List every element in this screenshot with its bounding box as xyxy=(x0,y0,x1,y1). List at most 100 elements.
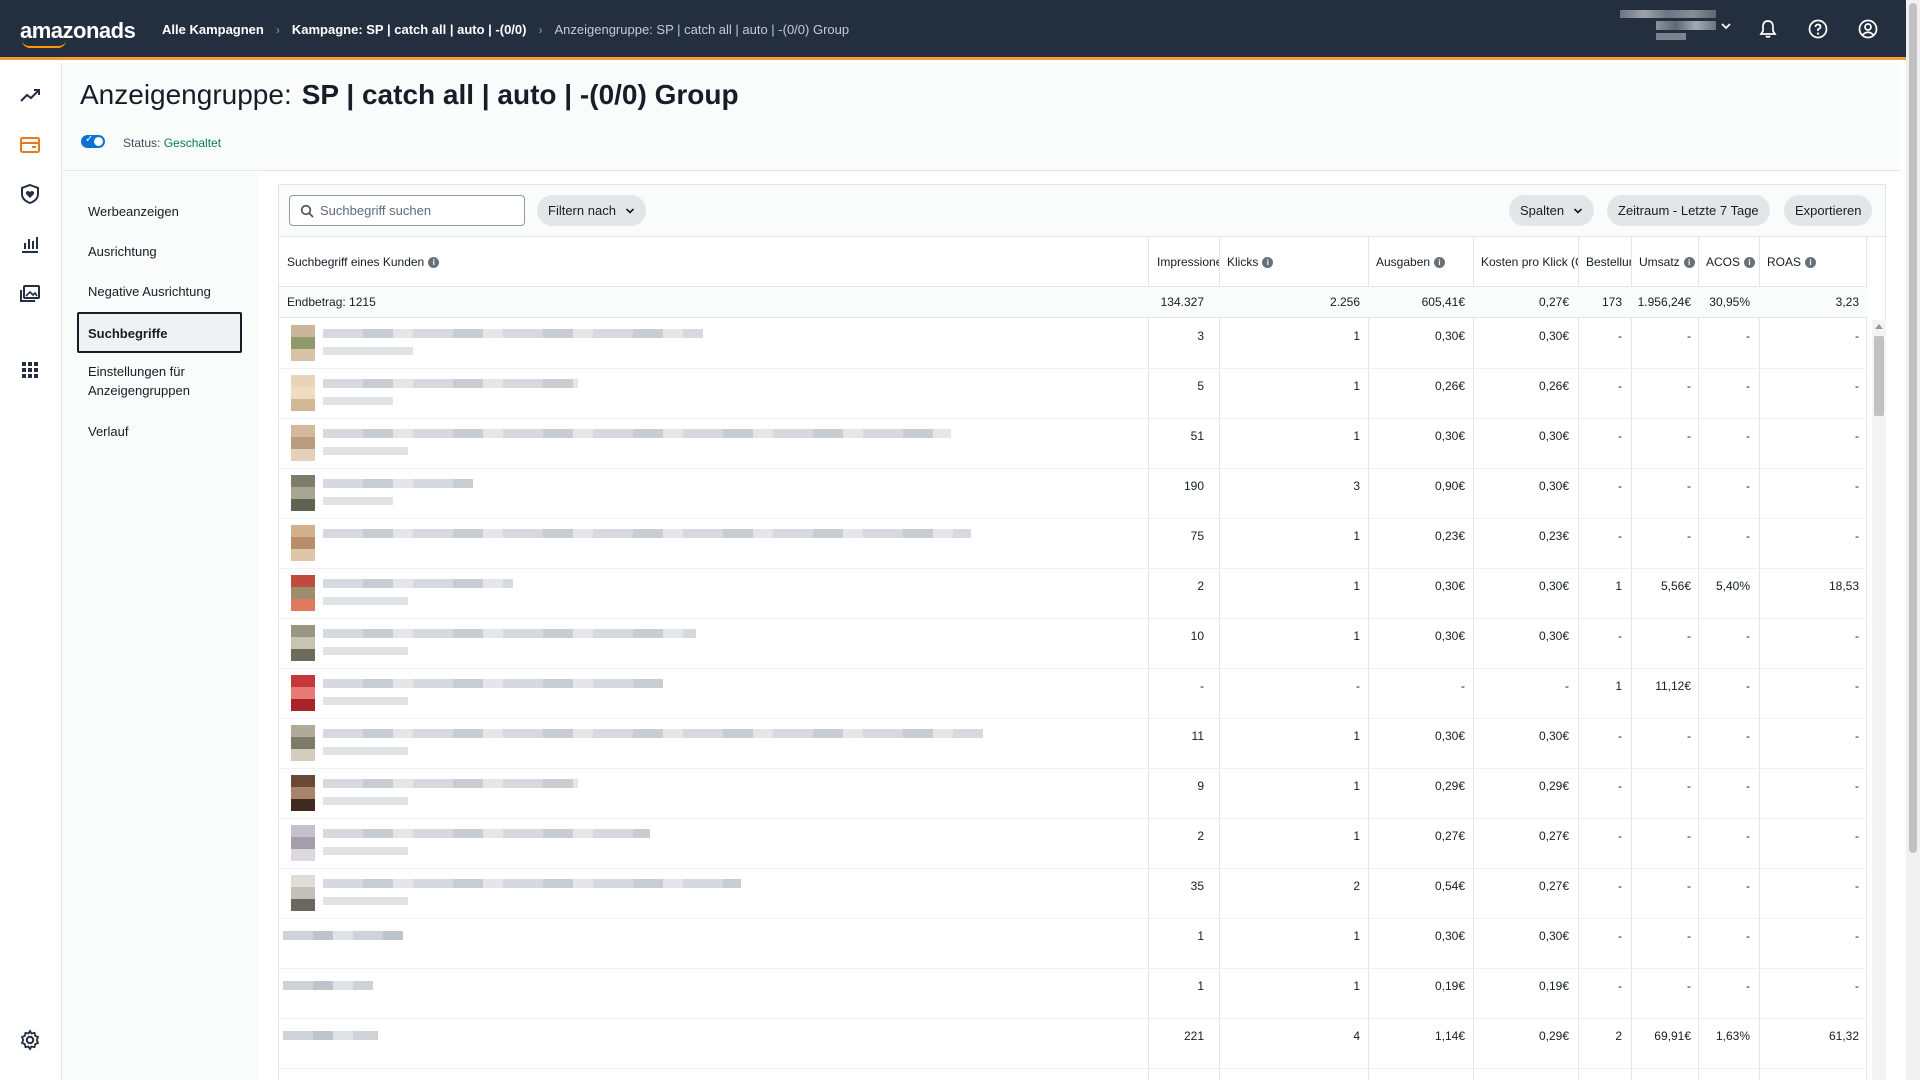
table-row[interactable]: 2 1 0,27€ 0,27€ - - - - xyxy=(279,819,1867,869)
table-cell: - xyxy=(1855,879,1859,893)
subnav-item-history[interactable]: Verlauf xyxy=(88,422,248,441)
product-thumbnail[interactable] xyxy=(291,425,315,461)
trend-chart-icon[interactable] xyxy=(18,83,42,107)
redacted-search-term[interactable] xyxy=(323,629,696,638)
product-thumbnail[interactable] xyxy=(291,325,315,361)
subnav-item-search-terms[interactable]: Suchbegriffe xyxy=(77,312,242,353)
product-thumbnail[interactable] xyxy=(291,575,315,611)
column-header-search-term[interactable]: Suchbegriff eines Kunden i xyxy=(279,237,1149,287)
export-button[interactable]: Exportieren xyxy=(1784,195,1873,226)
subnav-item-ads[interactable]: Werbeanzeigen xyxy=(88,202,248,221)
info-icon[interactable]: i xyxy=(1744,256,1756,268)
page-scrollbar[interactable] xyxy=(1906,0,1920,1080)
subnav-item-ad-group-settings[interactable]: Einstellungen für Anzeigengruppen xyxy=(88,362,248,400)
info-icon[interactable]: i xyxy=(1683,256,1695,268)
table-cell: 0,30€ xyxy=(1538,429,1569,443)
column-header-orders[interactable]: Bestellungen xyxy=(1578,237,1631,287)
account-selector[interactable] xyxy=(1620,10,1716,41)
redacted-asin xyxy=(323,847,408,855)
product-thumbnail[interactable] xyxy=(291,725,315,761)
table-row[interactable]: 3 1 0,30€ 0,30€ - - - - xyxy=(279,319,1867,369)
table-row[interactable]: 10 1 0,30€ 0,30€ - - - - xyxy=(279,619,1867,669)
table-row[interactable]: 11 1 0,30€ 0,30€ - - - - xyxy=(279,719,1867,769)
redacted-search-term[interactable] xyxy=(323,429,951,438)
product-thumbnail[interactable] xyxy=(291,375,315,411)
subnav-item-negative-targeting[interactable]: Negative Ausrichtung xyxy=(88,282,248,301)
table-row[interactable]: 9 1 0,29€ 0,29€ - - - - xyxy=(279,769,1867,819)
redacted-search-term[interactable] xyxy=(323,579,513,588)
scroll-up-icon[interactable] xyxy=(1875,323,1883,329)
product-thumbnail[interactable] xyxy=(291,625,315,661)
table-row[interactable]: 221 4 1,14€ 0,29€ 2 69,91€ 1,63% 61,32 xyxy=(279,1019,1867,1069)
table-cell: - xyxy=(1855,929,1859,943)
table-row[interactable]: 51 1 0,30€ 0,30€ - - - - xyxy=(279,419,1867,469)
redacted-search-term[interactable] xyxy=(323,779,578,788)
column-header-acos[interactable]: ACOS i xyxy=(1698,237,1759,287)
date-range-button[interactable]: Zeitraum - Letzte 7 Tage xyxy=(1607,195,1770,226)
subnav-item-targeting[interactable]: Ausrichtung xyxy=(88,242,248,261)
apps-grid-icon[interactable] xyxy=(18,358,42,382)
chevron-down-icon[interactable] xyxy=(1720,20,1732,32)
table-row[interactable]: 1 1 0,19€ 0,19€ - - - - xyxy=(279,969,1867,1019)
settings-gear-icon[interactable] xyxy=(18,1028,42,1052)
redacted-search-term[interactable] xyxy=(283,981,373,990)
search-box[interactable] xyxy=(289,195,525,226)
info-icon[interactable]: i xyxy=(1262,256,1274,268)
redacted-search-term[interactable] xyxy=(323,529,971,538)
info-icon[interactable]: i xyxy=(1805,256,1817,268)
breadcrumb-all-campaigns[interactable]: Alle Kampagnen xyxy=(162,22,264,37)
bell-icon[interactable] xyxy=(1757,18,1779,40)
table-scrollbar-thumb[interactable] xyxy=(1874,336,1884,416)
table-row[interactable]: 75 1 0,23€ 0,23€ - - - - xyxy=(279,519,1867,569)
info-icon[interactable]: i xyxy=(1434,256,1446,268)
column-header-spend[interactable]: Ausgaben i xyxy=(1368,237,1473,287)
redacted-search-term[interactable] xyxy=(323,329,703,338)
product-thumbnail[interactable] xyxy=(291,675,315,711)
redacted-search-term[interactable] xyxy=(283,1031,378,1040)
table-row[interactable]: 190 3 0,90€ 0,30€ - - - - xyxy=(279,469,1867,519)
totals-row: Endbetrag: 1215 134.327 2.256 605,41€ 0,27€… xyxy=(279,287,1867,318)
columns-button[interactable]: Spalten xyxy=(1509,195,1595,226)
redacted-search-term[interactable] xyxy=(323,379,578,388)
redacted-search-term[interactable] xyxy=(283,931,403,940)
redacted-search-term[interactable] xyxy=(323,729,983,738)
search-input[interactable] xyxy=(320,196,520,225)
table-row[interactable]: 2 1 0,30€ 0,30€ 1 5,56€ 5,40% 18,53 xyxy=(279,569,1867,619)
amazon-ads-logo[interactable]: amazonads xyxy=(20,18,136,48)
page-scrollbar-thumb[interactable] xyxy=(1909,3,1917,853)
redacted-asin xyxy=(323,797,408,805)
bar-chart-icon[interactable] xyxy=(18,232,42,256)
redacted-search-term[interactable] xyxy=(323,829,650,838)
breadcrumb-campaign[interactable]: Kampagne: SP | catch all | auto | -(0/0) xyxy=(292,22,527,37)
redacted-search-term[interactable] xyxy=(323,679,663,688)
column-header-impressions[interactable]: Impressionen xyxy=(1149,237,1219,287)
table-row[interactable]: 1 1 0,30€ 0,30€ - - - - xyxy=(279,919,1867,969)
media-library-icon[interactable] xyxy=(18,282,42,306)
filter-button[interactable]: Filtern nach xyxy=(537,195,646,226)
table-row[interactable]: 35 2 0,54€ 0,27€ - - - - xyxy=(279,869,1867,919)
table-cell: 1 xyxy=(1615,679,1622,693)
ad-group-subnav: Werbeanzeigen Ausrichtung Negative Ausri… xyxy=(62,172,258,1080)
product-thumbnail[interactable] xyxy=(291,875,315,911)
user-account-icon[interactable] xyxy=(1857,18,1879,40)
table-scrollbar[interactable] xyxy=(1872,320,1886,1080)
table-row[interactable]: - - - - 1 11,12€ - - xyxy=(279,669,1867,719)
product-thumbnail[interactable] xyxy=(291,475,315,511)
column-header-clicks[interactable]: Klicks i xyxy=(1219,237,1359,287)
product-thumbnail[interactable] xyxy=(291,525,315,561)
campaigns-icon[interactable] xyxy=(18,133,42,157)
redacted-search-term[interactable] xyxy=(323,879,741,888)
status-toggle[interactable]: ✓ xyxy=(81,134,105,148)
info-icon[interactable]: i xyxy=(428,256,440,268)
brand-shield-icon[interactable] xyxy=(18,182,42,206)
redacted-search-term[interactable] xyxy=(323,479,473,488)
help-icon[interactable] xyxy=(1807,18,1829,40)
column-header-cpc[interactable]: Kosten pro Klick (CPC) xyxy=(1473,237,1578,287)
table-cell: - xyxy=(1687,829,1691,843)
table-row[interactable]: 5 1 0,26€ 0,26€ - - - - xyxy=(279,369,1867,419)
column-header-roas[interactable]: ROAS i xyxy=(1759,237,1864,287)
product-thumbnail[interactable] xyxy=(291,825,315,861)
product-thumbnail[interactable] xyxy=(291,775,315,811)
column-header-sales[interactable]: Umsatz i xyxy=(1631,237,1698,287)
totals-cell: 134.327 xyxy=(1160,295,1204,309)
